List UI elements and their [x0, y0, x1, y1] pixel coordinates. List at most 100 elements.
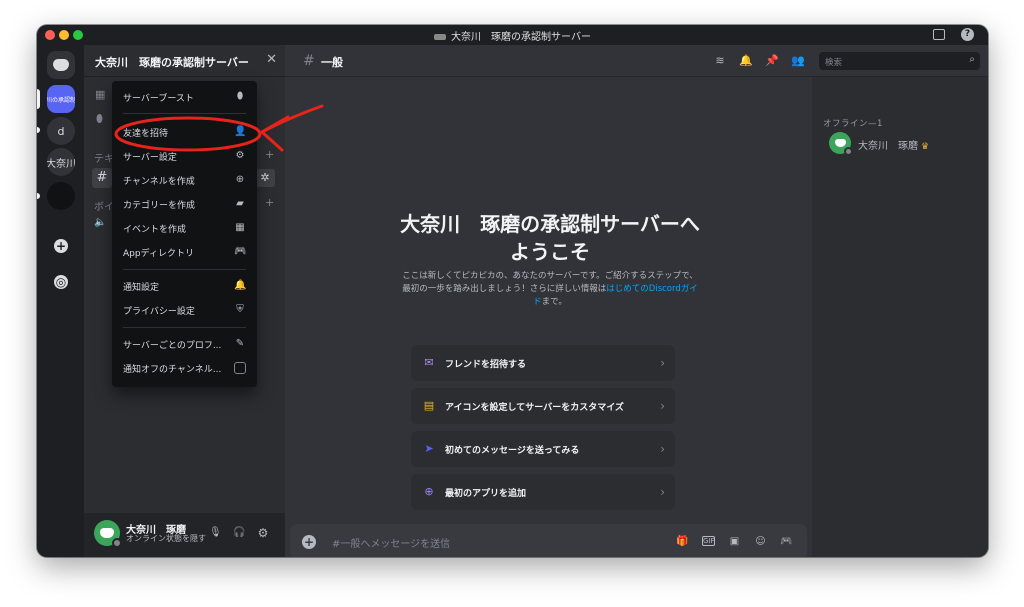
server-okinagawa[interactable]: 大奈川: [47, 148, 75, 176]
discord-face-icon: [100, 528, 114, 538]
menu-item-app-directory[interactable]: Appディレクトリ 🎮: [120, 242, 249, 262]
discord-logo-icon: [53, 59, 69, 71]
user-status: オンライン状態を隠す: [126, 534, 206, 543]
chevron-right-icon: ›: [660, 485, 665, 499]
search-input[interactable]: 検索: [825, 56, 842, 68]
user-avatar[interactable]: [94, 520, 122, 548]
member-item[interactable]: 大奈川 琢磨 ♛: [858, 137, 929, 152]
gift-icon[interactable]: 🎁: [676, 535, 689, 548]
inbox-icon[interactable]: [933, 29, 945, 40]
gamepad-icon[interactable]: 🎮: [780, 535, 793, 548]
card-label: フレンドを招待する: [445, 359, 527, 370]
chevron-right-icon: ›: [660, 399, 665, 413]
menu-item-hide-muted-channels[interactable]: 通知オフのチャンネル...: [120, 358, 249, 378]
bell-icon[interactable]: 🔔: [739, 54, 753, 68]
menu-item-server-settings[interactable]: サーバー設定 ⚙: [120, 146, 249, 166]
chevron-right-icon: ›: [660, 356, 665, 370]
channel-settings-icon[interactable]: ✲: [255, 169, 275, 187]
voice-category-label[interactable]: ボイ: [94, 198, 114, 213]
gear-icon: ⚙: [235, 150, 245, 161]
menu-item-invite-friends[interactable]: 友達を招待 👤: [120, 122, 249, 142]
menu-item-create-channel[interactable]: チャンネルを作成 ⊕: [120, 170, 249, 190]
speaker-icon[interactable]: 🔈: [94, 217, 106, 228]
menu-item-create-category[interactable]: カテゴリーを作成 ▰: [120, 194, 249, 214]
help-icon[interactable]: ?: [961, 28, 974, 41]
chevron-right-icon: ›: [660, 442, 665, 456]
calendar-plus-icon: ▦: [235, 222, 245, 233]
server-active-label: 川の承認制: [47, 96, 75, 104]
pin-icon[interactable]: 📌: [765, 54, 779, 68]
attach-plus-icon[interactable]: +: [302, 535, 316, 549]
card-first-message[interactable]: ➤ 初めてのメッセージを送ってみる ›: [411, 431, 675, 467]
menu-item-privacy-settings[interactable]: プライバシー設定 ⛨: [120, 300, 249, 320]
unread-indicator-2: [37, 193, 40, 199]
member-avatar[interactable]: [829, 132, 853, 156]
close-menu-icon[interactable]: ✕: [266, 52, 277, 67]
status-indicator: [112, 538, 122, 548]
user-settings-gear-icon[interactable]: ⚙: [257, 527, 269, 539]
gamepad-icon: 🎮: [234, 246, 247, 257]
member-header-bar: 検索 ⌕: [812, 45, 988, 77]
card-add-app[interactable]: ⊕ 最初のアプリを追加 ›: [411, 474, 675, 510]
text-category-label[interactable]: テキ: [94, 150, 114, 165]
shield-icon: ⛨: [236, 304, 244, 315]
unread-indicator: [37, 127, 40, 133]
headphones-icon[interactable]: 🎧: [233, 527, 245, 539]
welcome-desc-end: まで。: [541, 297, 567, 307]
calendar-icon[interactable]: ▦: [95, 88, 105, 101]
plus-icon: +: [54, 239, 68, 253]
menu-item-label: イベントを作成: [123, 224, 187, 235]
plus-circle-icon: ⊕: [235, 174, 245, 185]
menu-item-server-boost[interactable]: サーバーブースト ⬮: [120, 87, 249, 107]
checkbox[interactable]: [234, 362, 246, 374]
user-panel: 大奈川 琢磨 オンライン状態を隠す 🎙 🎧 ⚙: [84, 513, 285, 557]
add-text-channel-icon[interactable]: +: [265, 148, 274, 161]
member-name: 大奈川 琢磨: [858, 141, 918, 152]
server-header[interactable]: 大奈川 琢磨の承認制サーバー ✕: [84, 45, 285, 77]
emoji-icon[interactable]: ☺: [754, 535, 767, 548]
menu-item-label: 通知設定: [123, 282, 160, 293]
microphone-icon[interactable]: 🎙: [209, 527, 222, 539]
explore-servers-button[interactable]: ◎: [50, 271, 72, 293]
add-friend-icon: 👤: [234, 126, 247, 137]
window-title: 大奈川 琢磨の承認制サーバー: [37, 28, 988, 43]
channel-header: # 一般 ≋ 🔔 📌 👥: [285, 45, 812, 77]
threads-icon[interactable]: ≋: [713, 54, 727, 68]
boost-icon[interactable]: ⬮: [96, 112, 103, 126]
server-active[interactable]: 川の承認制: [47, 85, 75, 113]
menu-item-label: 通知オフのチャンネル...: [123, 364, 222, 375]
menu-item-notification-settings[interactable]: 通知設定 🔔: [120, 276, 249, 296]
menu-divider: [123, 113, 246, 114]
welcome-title: 大奈川 琢磨の承認制サーバーへようこそ: [400, 212, 700, 264]
active-server-indicator: [37, 89, 40, 109]
palette-icon: ▤: [423, 399, 435, 412]
menu-item-per-server-profile[interactable]: サーバーごとのプロフ... ✎: [120, 334, 249, 354]
menu-item-label: チャンネルを作成: [123, 176, 195, 187]
title-bar: 大奈川 琢磨の承認制サーバー ?: [37, 25, 988, 45]
add-server-button[interactable]: +: [50, 235, 72, 257]
discord-window: 大奈川 琢磨の承認制サーバー ? 川の承認制 d 大奈川 + ◎ 大奈川 琢磨の…: [37, 25, 988, 557]
sticker-icon[interactable]: ▣: [728, 535, 741, 548]
card-customize-server[interactable]: ▤ アイコンを設定してサーバーをカスタマイズ ›: [411, 388, 675, 424]
card-label: アイコンを設定してサーバーをカスタマイズ: [445, 402, 624, 413]
server-dark[interactable]: [47, 182, 75, 210]
member-list-icon[interactable]: 👥: [791, 54, 805, 68]
menu-item-create-event[interactable]: イベントを作成 ▦: [120, 218, 249, 238]
card-invite-friends[interactable]: ✉ フレンドを招待する ›: [411, 345, 675, 381]
server-d[interactable]: d: [47, 117, 75, 145]
channel-hash-icon[interactable]: #: [92, 168, 112, 188]
server-d-label: d: [57, 124, 65, 138]
bell-icon: 🔔: [234, 280, 247, 291]
gif-icon[interactable]: GIF: [702, 536, 715, 546]
welcome-description: ここは新しくてピカピカの、あなたのサーバーです。ご紹介するステップで、最初の一歩…: [400, 270, 700, 309]
compass-icon: ◎: [54, 275, 68, 289]
menu-item-label: カテゴリーを作成: [123, 200, 196, 211]
message-input[interactable]: #一般へメッセージを送信: [332, 535, 450, 550]
add-voice-channel-icon[interactable]: +: [265, 196, 274, 209]
search-box[interactable]: 検索 ⌕: [819, 52, 980, 70]
member-status-indicator: [844, 147, 853, 156]
menu-item-label: Appディレクトリ: [123, 248, 194, 259]
home-button[interactable]: [47, 51, 75, 79]
message-composer: + #一般へメッセージを送信 🎁 GIF ▣ ☺ 🎮: [290, 524, 807, 557]
discord-face-icon: [834, 139, 846, 147]
